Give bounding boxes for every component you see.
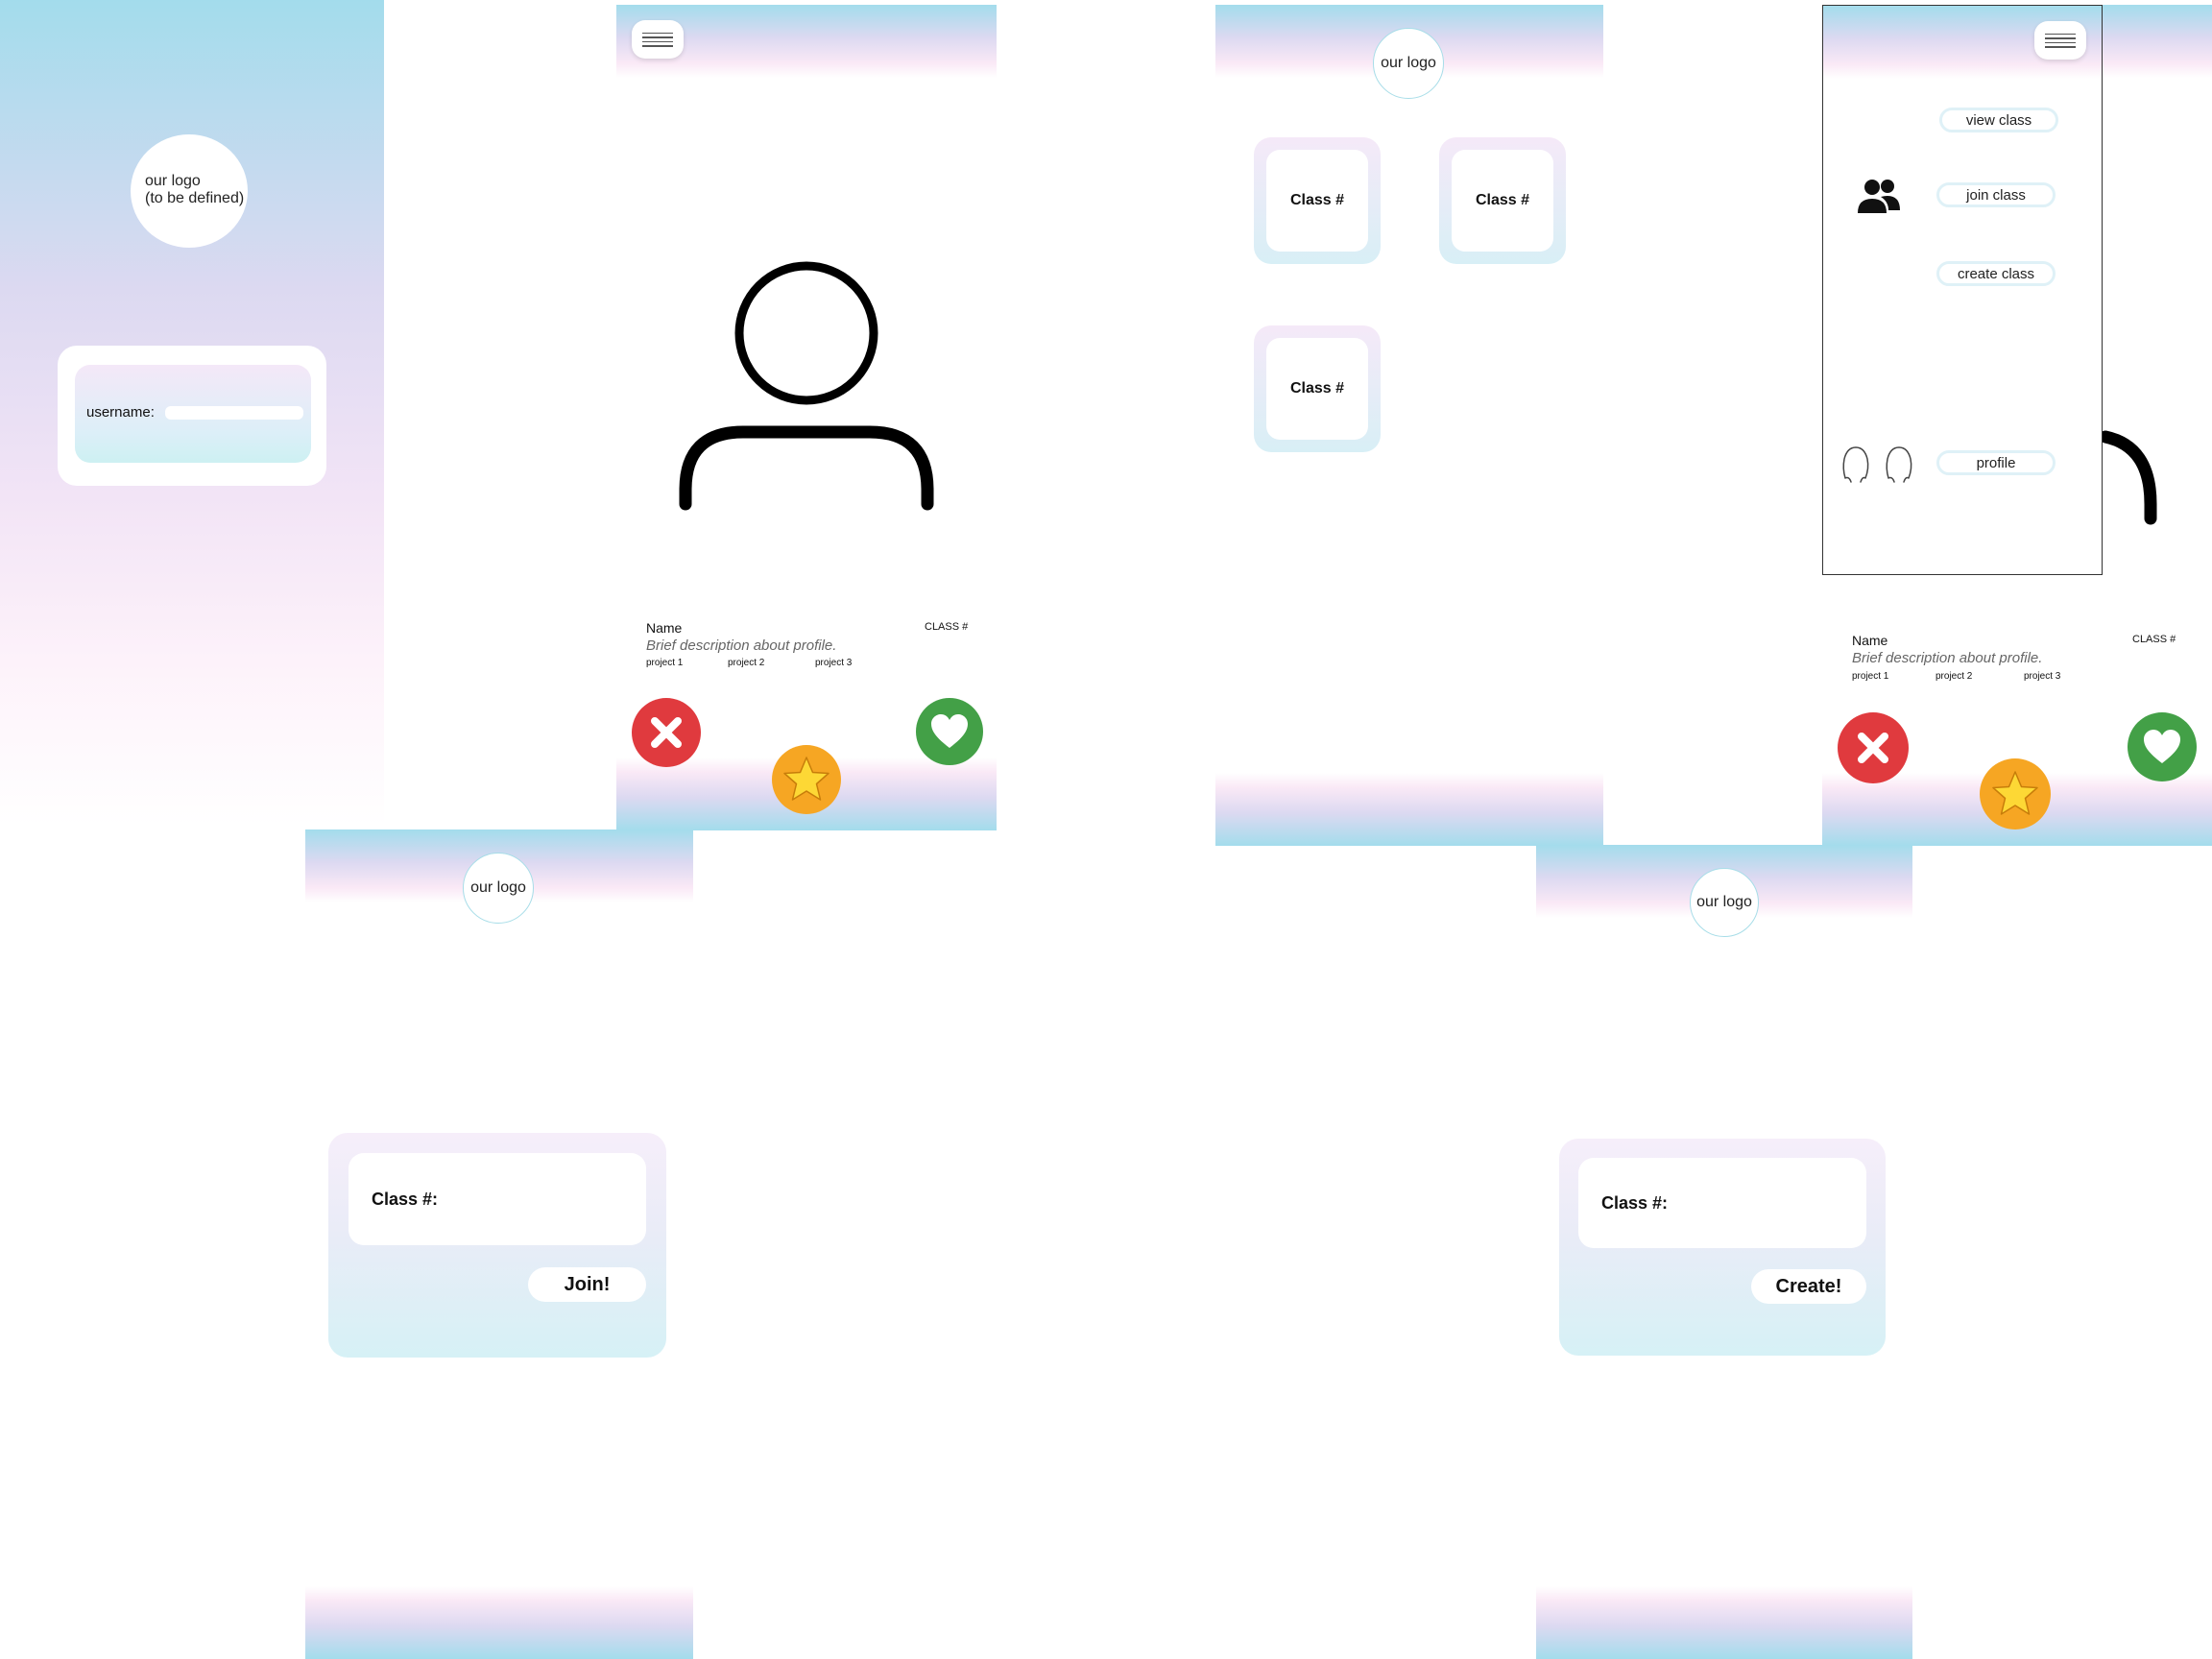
menu-button[interactable] <box>632 20 684 59</box>
menu-item-view-class[interactable]: view class <box>1939 108 2058 132</box>
join-class-screen: our logo Class #: Join! <box>305 830 693 1659</box>
logo-line-1: our logo <box>145 173 201 189</box>
menu-profile-screen: Name CLASS # Brief description about pro… <box>1822 5 2212 846</box>
classes-screen: our logo Class # Class # Class # <box>1215 5 1603 846</box>
class-tag: CLASS # <box>2132 634 2176 645</box>
reject-button[interactable] <box>1838 712 1909 783</box>
profile-name: Name <box>1852 633 1888 648</box>
class-number-field[interactable]: Class #: <box>1578 1158 1866 1248</box>
like-button[interactable] <box>916 698 983 765</box>
project-3[interactable]: project 3 <box>2024 671 2060 682</box>
class-number-label: Class #: <box>372 1189 439 1209</box>
menu-item-label: view class <box>1965 111 2032 129</box>
like-button[interactable] <box>2128 712 2197 781</box>
join-form: Class #: Join! <box>328 1133 666 1358</box>
logo-text: our logo <box>470 879 526 896</box>
project-1[interactable]: project 1 <box>646 658 683 668</box>
reject-button[interactable] <box>632 698 701 767</box>
class-tag: CLASS # <box>925 621 969 633</box>
x-icon <box>1858 733 1888 763</box>
join-button-label: Join! <box>564 1273 611 1295</box>
heart-icon <box>2144 730 2180 763</box>
bottom-bar <box>1215 773 1603 846</box>
login-card: username: <box>58 346 326 486</box>
create-logo: our logo <box>1690 868 1759 937</box>
profile-description: Brief description about profile. <box>646 637 837 654</box>
username-panel: username: <box>75 365 311 463</box>
join-button[interactable]: Join! <box>528 1267 646 1302</box>
create-button-label: Create! <box>1775 1275 1842 1297</box>
bottom-bar <box>1536 1586 1912 1659</box>
class-number-field[interactable]: Class #: <box>349 1153 646 1245</box>
profile-heads-icon <box>1842 446 1912 483</box>
profile-description: Brief description about profile. <box>1852 650 2043 666</box>
heart-icon <box>931 714 968 748</box>
classes-logo: our logo <box>1373 28 1444 99</box>
username-label: username: <box>86 404 155 421</box>
logo-text: our logo <box>1696 894 1752 910</box>
class-number-label: Class #: <box>1601 1192 1669 1213</box>
user-avatar-icon <box>679 261 934 511</box>
class-card-label: Class # <box>1289 380 1345 397</box>
bottom-bar <box>305 1586 693 1659</box>
x-icon <box>651 717 682 748</box>
join-logo: our logo <box>463 853 534 924</box>
class-card[interactable]: Class # <box>1254 137 1381 264</box>
menu-item-label: profile <box>1976 454 2016 471</box>
star-icon <box>783 757 830 801</box>
profile-screen: Name CLASS # Brief description about pro… <box>616 5 997 830</box>
favorite-button[interactable] <box>772 745 841 814</box>
menu-item-profile[interactable]: profile <box>1936 450 2056 475</box>
favorite-button[interactable] <box>1980 758 2051 830</box>
create-class-screen: our logo Class #: Create! <box>1536 845 1912 1659</box>
create-form: Class #: Create! <box>1559 1139 1886 1356</box>
star-icon <box>1992 771 2038 815</box>
menu-button[interactable] <box>2034 21 2086 60</box>
users-group-icon <box>1858 180 1900 213</box>
menu-item-join-class[interactable]: join class <box>1936 182 2056 207</box>
class-card-label: Class # <box>1475 192 1530 208</box>
menu-item-label: create class <box>1957 265 2035 282</box>
login-screen: our logo (to be defined) username: <box>0 0 384 826</box>
logo-line-2: (to be defined) <box>145 190 245 206</box>
class-card-label: Class # <box>1289 192 1345 208</box>
project-1[interactable]: project 1 <box>1852 671 1888 682</box>
login-logo: our logo (to be defined) <box>131 134 248 248</box>
class-card[interactable]: Class # <box>1254 325 1381 452</box>
profile-name: Name <box>646 620 683 636</box>
menu-item-create-class[interactable]: create class <box>1936 261 2056 286</box>
project-3[interactable]: project 3 <box>815 658 852 668</box>
side-drawer: view class join class create class profi… <box>1822 5 2103 575</box>
project-2[interactable]: project 2 <box>728 658 764 668</box>
menu-item-label: join class <box>1966 186 2026 204</box>
logo-text: our logo <box>1381 55 1436 71</box>
avatar-shoulder-partial <box>2101 430 2157 525</box>
username-input[interactable] <box>165 406 303 420</box>
project-2[interactable]: project 2 <box>1936 671 1972 682</box>
class-card[interactable]: Class # <box>1439 137 1566 264</box>
create-button[interactable]: Create! <box>1751 1269 1866 1304</box>
